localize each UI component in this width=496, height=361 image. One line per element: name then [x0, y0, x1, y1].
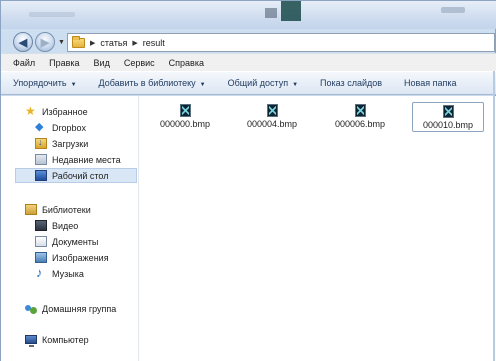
bmp-file-icon — [442, 105, 454, 118]
menu-view[interactable]: Вид — [94, 58, 110, 68]
file-name: 000006.bmp — [334, 119, 386, 129]
file-name: 000010.bmp — [422, 120, 474, 130]
nav-item-label: Избранное — [42, 106, 88, 117]
breadcrumb-separator-icon[interactable]: ▶ — [132, 39, 137, 47]
file-name: 000004.bmp — [246, 119, 298, 129]
nav-item-label: Недавние места — [52, 154, 121, 165]
menu-tools[interactable]: Сервис — [124, 58, 155, 68]
nav-item-libraries[interactable]: Библиотеки — [25, 202, 91, 217]
star-icon: ★ — [25, 104, 36, 118]
nav-item-dropbox[interactable]: Dropbox — [35, 120, 86, 135]
nav-item-video[interactable]: Видео — [35, 218, 78, 233]
slideshow-button[interactable]: Показ слайдов — [320, 78, 382, 88]
nav-item-label: Изображения — [52, 252, 109, 263]
navigation-row: ◀ ▶ ▼ ▶ статья ▶ result — [1, 29, 496, 53]
add-to-library-label: Добавить в библиотеку — [98, 78, 196, 88]
dropbox-icon — [35, 122, 47, 133]
file-item[interactable]: 000006.bmp — [324, 102, 396, 132]
add-to-library-button[interactable]: Добавить в библиотеку ▼ — [99, 78, 206, 88]
nav-item-documents[interactable]: Документы — [35, 234, 98, 249]
command-bar: Упорядочить ▼ Добавить в библиотеку ▼ Общи… — [1, 71, 496, 95]
menu-bar: Файл Правка Вид Сервис Справка — [1, 53, 496, 71]
window-border — [493, 71, 495, 361]
share-button[interactable]: Общий доступ ▼ — [228, 78, 298, 88]
file-item[interactable]: 000004.bmp — [236, 102, 308, 132]
recent-places-icon — [35, 154, 47, 165]
bmp-file-icon — [179, 104, 191, 117]
file-name: 000000.bmp — [159, 119, 211, 129]
libraries-icon — [25, 204, 37, 215]
nav-item-label: Документы — [52, 236, 99, 247]
organize-button[interactable]: Упорядочить ▼ — [13, 78, 77, 88]
nav-item-label: Компьютер — [42, 334, 89, 345]
nav-item-label: Dropbox — [52, 122, 87, 133]
chevron-down-icon: ▼ — [70, 82, 77, 88]
recent-pages-dropdown-icon[interactable]: ▼ — [58, 39, 65, 46]
nav-item-computer[interactable]: Компьютер — [25, 332, 89, 347]
homegroup-icon — [25, 303, 37, 314]
nav-item-label: Рабочий стол — [52, 170, 109, 181]
breadcrumb-separator-icon[interactable]: ▶ — [90, 39, 95, 47]
computer-icon — [25, 335, 37, 347]
breadcrumb-item[interactable]: статья — [100, 38, 127, 48]
folder-icon — [72, 35, 85, 48]
nav-item-images[interactable]: Изображения — [35, 250, 109, 265]
blurred-background — [441, 7, 465, 13]
blurred-title — [29, 12, 75, 17]
file-list[interactable]: 000000.bmp 000004.bmp 000006.bmp 000010.… — [140, 96, 495, 361]
nav-item-label: Видео — [52, 220, 79, 231]
video-library-icon — [35, 220, 47, 231]
nav-item-music[interactable]: Музыка — [35, 265, 84, 281]
breadcrumb-item[interactable]: result — [143, 38, 165, 48]
file-item-selected[interactable]: 000010.bmp — [412, 102, 484, 132]
nav-item-desktop[interactable]: Рабочий стол — [15, 168, 137, 183]
navigation-pane[interactable]: ★ Избранное Dropbox Загрузки Недавние ме… — [1, 96, 139, 361]
nav-item-recent-places[interactable]: Недавние места — [35, 152, 121, 167]
back-button[interactable]: ◀ — [13, 32, 33, 52]
menu-help[interactable]: Справка — [169, 58, 204, 68]
organize-label: Упорядочить — [13, 78, 67, 88]
title-bar — [1, 1, 496, 29]
back-arrow-icon: ◀ — [18, 36, 28, 49]
forward-button[interactable]: ▶ — [35, 32, 55, 52]
explorer-body: ★ Избранное Dropbox Загрузки Недавние ме… — [1, 96, 496, 361]
music-note-icon — [35, 265, 47, 280]
nav-item-favorites[interactable]: ★ Избранное — [25, 104, 88, 119]
nav-item-label: Домашняя группа — [42, 303, 117, 314]
nav-item-homegroup[interactable]: Домашняя группа — [25, 301, 116, 316]
nav-item-label: Загрузки — [52, 138, 89, 149]
new-folder-button[interactable]: Новая папка — [404, 78, 456, 88]
nav-item-label: Библиотеки — [42, 204, 91, 215]
address-bar[interactable]: ▶ статья ▶ result — [67, 33, 495, 52]
share-label: Общий доступ — [227, 78, 289, 88]
bmp-file-icon — [266, 104, 278, 117]
blurred-background — [281, 1, 301, 21]
bmp-file-icon — [354, 104, 366, 117]
nav-item-label: Музыка — [52, 268, 84, 279]
menu-file[interactable]: Файл — [13, 58, 35, 68]
downloads-folder-icon — [35, 137, 47, 149]
menu-edit[interactable]: Правка — [49, 58, 79, 68]
nav-item-downloads[interactable]: Загрузки — [35, 136, 88, 151]
blurred-background — [265, 8, 277, 18]
desktop-icon — [35, 170, 47, 181]
chevron-down-icon: ▼ — [199, 82, 206, 88]
documents-library-icon — [35, 236, 47, 247]
forward-arrow-icon: ▶ — [40, 36, 50, 49]
explorer-window: ◀ ▶ ▼ ▶ статья ▶ result Файл Правка Вид … — [0, 0, 496, 361]
pictures-library-icon — [35, 252, 47, 263]
chevron-down-icon: ▼ — [292, 82, 299, 88]
file-item[interactable]: 000000.bmp — [149, 102, 221, 132]
